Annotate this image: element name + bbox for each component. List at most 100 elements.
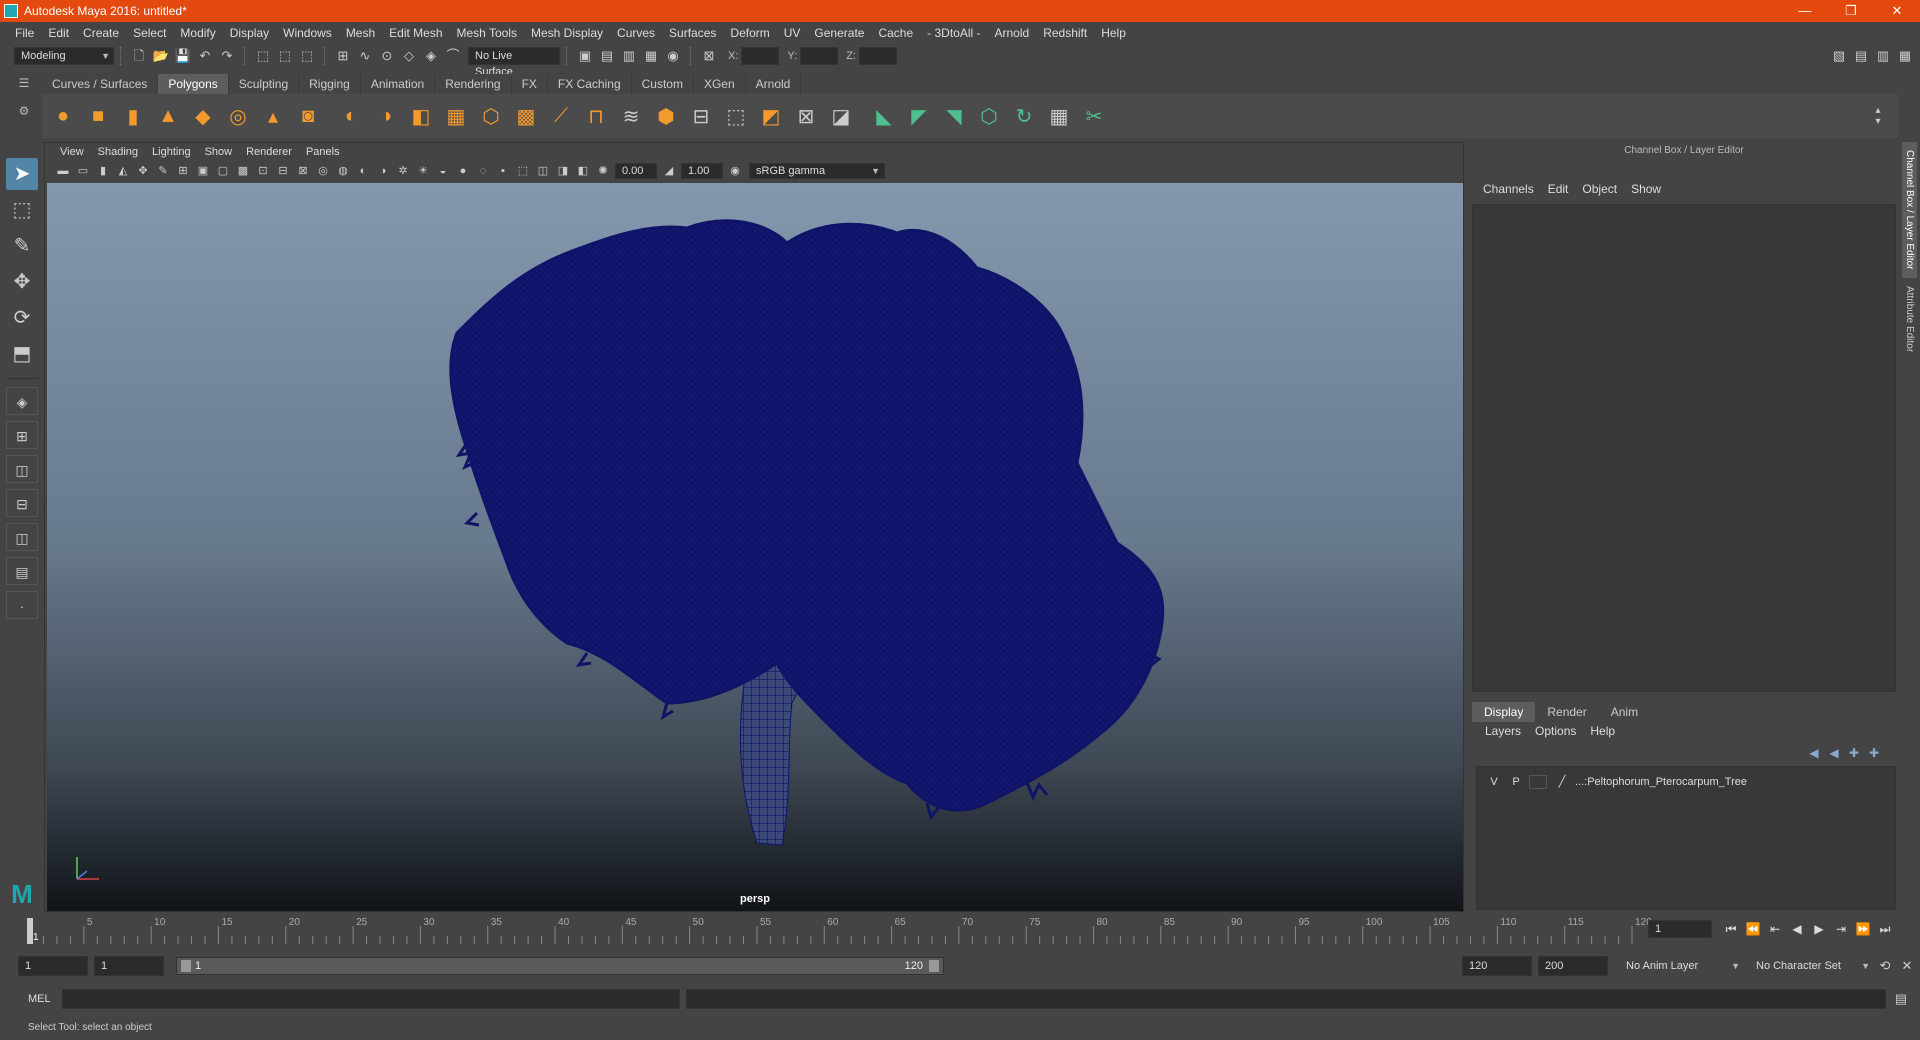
render-current-icon[interactable]: ▤	[598, 47, 616, 65]
z-input[interactable]	[858, 47, 897, 65]
anim-layer-select[interactable]: No Anim Layer ▼	[1620, 956, 1744, 976]
cut-uv-icon[interactable]: ✂	[1079, 101, 1109, 131]
scale-tool-icon[interactable]: ⬒	[6, 338, 38, 370]
menu-3dtoall[interactable]: - 3DtoAll -	[920, 26, 987, 40]
cb-menu-show[interactable]: Show	[1624, 182, 1668, 200]
step-forward-key-icon[interactable]: ⏩	[1852, 922, 1874, 936]
exposure-icon[interactable]: ✺	[595, 163, 611, 179]
menu-redshift[interactable]: Redshift	[1036, 26, 1094, 40]
attribute-editor-icon[interactable]: ▤	[1852, 47, 1870, 65]
poly-cone-icon[interactable]: ▲	[153, 101, 183, 131]
shelf-tab-arnold[interactable]: Arnold	[745, 74, 802, 94]
range-bar[interactable]: 1 120	[176, 957, 944, 975]
vp-menu-lighting[interactable]: Lighting	[145, 146, 198, 158]
lights-icon[interactable]: ☀	[415, 163, 431, 179]
menu-select[interactable]: Select	[126, 26, 173, 40]
exposure-input[interactable]: 0.00	[615, 163, 657, 179]
gamma-input[interactable]: 1.00	[681, 163, 723, 179]
smooth-icon[interactable]: ▦	[441, 101, 471, 131]
vp-menu-view[interactable]: View	[53, 146, 91, 158]
current-frame-input[interactable]: 1	[1648, 920, 1712, 938]
gate-mask-icon[interactable]: ▩	[235, 163, 251, 179]
planar-uv-icon[interactable]: ◣	[869, 101, 899, 131]
boolean-icon[interactable]: ⬡	[476, 101, 506, 131]
motion-blur-icon[interactable]: ◌	[475, 163, 491, 179]
shelf-tab-polygons[interactable]: Polygons	[158, 74, 229, 94]
hypershade-layout-icon[interactable]: ▤	[6, 557, 38, 585]
menu-mesh-display[interactable]: Mesh Display	[524, 26, 610, 40]
vp-menu-panels[interactable]: Panels	[299, 146, 347, 158]
menu-create[interactable]: Create	[76, 26, 126, 40]
outliner-layout-icon[interactable]: ◫	[6, 455, 38, 483]
layer-menu-options[interactable]: Options	[1528, 724, 1583, 738]
menu-surfaces[interactable]: Surfaces	[662, 26, 723, 40]
quad-draw-icon[interactable]: ⊠	[791, 101, 821, 131]
grease-pencil-icon[interactable]: ✎	[155, 163, 171, 179]
move-layer-down-icon[interactable]: ◀	[1824, 746, 1844, 760]
collapse-icon[interactable]: ·	[6, 591, 38, 619]
go-to-start-icon[interactable]: ⏮	[1720, 922, 1742, 937]
playback-end-input[interactable]: 120	[1462, 956, 1532, 976]
extrude-icon[interactable]: ⟋	[546, 101, 576, 131]
poly-pipe-icon[interactable]: ◙	[293, 101, 323, 131]
range-end-handle[interactable]	[929, 960, 939, 972]
play-forward-icon[interactable]: ▶	[1808, 922, 1830, 936]
rotate-tool-icon[interactable]: ⟳	[6, 302, 38, 334]
two-d-pan-icon[interactable]: ✥	[135, 163, 151, 179]
tab-attribute-editor[interactable]: Attribute Editor	[1902, 278, 1917, 360]
mirror-icon[interactable]: ▩	[511, 101, 541, 131]
hypershade-icon[interactable]: ◉	[664, 47, 682, 65]
open-scene-icon[interactable]: 📂	[152, 47, 170, 65]
range-start-handle[interactable]	[181, 960, 191, 972]
persp-outliner-icon[interactable]: ◫	[6, 523, 38, 551]
safe-action-icon[interactable]: ⊟	[275, 163, 291, 179]
move-layer-up-icon[interactable]: ◀	[1804, 746, 1824, 760]
vp-menu-shading[interactable]: Shading	[91, 146, 145, 158]
redo-icon[interactable]: ↷	[218, 47, 236, 65]
render-settings-icon[interactable]: ▦	[642, 47, 660, 65]
spherical-uv-icon[interactable]: ◥	[939, 101, 969, 131]
snap-surface-icon[interactable]: ◈	[422, 47, 440, 65]
layer-display-type[interactable]	[1529, 775, 1547, 789]
layer-row[interactable]: V P ╱ ...:Peltophorum_Pterocarpum_Tree	[1477, 773, 1895, 791]
modeling-toolkit-icon[interactable]: ▧	[1830, 47, 1848, 65]
undo-icon[interactable]: ↶	[196, 47, 214, 65]
shadows-icon[interactable]: ◒	[435, 163, 451, 179]
cb-menu-object[interactable]: Object	[1575, 182, 1624, 200]
shelf-tab-custom[interactable]: Custom	[631, 74, 694, 94]
menu-modify[interactable]: Modify	[173, 26, 222, 40]
combine-icon[interactable]: ◐	[336, 101, 366, 131]
xray-joints-icon[interactable]: ◨	[555, 163, 571, 179]
poly-cylinder-icon[interactable]: ▮	[118, 101, 148, 131]
target-weld-icon[interactable]: ⬚	[721, 101, 751, 131]
safe-title-icon[interactable]: ⊠	[295, 163, 311, 179]
vp-menu-show[interactable]: Show	[198, 146, 240, 158]
animation-end-input[interactable]: 200	[1538, 956, 1608, 976]
step-forward-frame-icon[interactable]: ⇥	[1830, 922, 1852, 936]
menu-display[interactable]: Display	[223, 26, 276, 40]
menu-generate[interactable]: Generate	[807, 26, 871, 40]
new-scene-icon[interactable]: 🗋	[130, 47, 148, 65]
checker-icon[interactable]: ▦	[1044, 101, 1074, 131]
select-object-icon[interactable]: ⬚	[276, 47, 294, 65]
uv-editor-icon[interactable]: ↻	[1009, 101, 1039, 131]
connect-icon[interactable]: ◩	[756, 101, 786, 131]
menu-edit[interactable]: Edit	[41, 26, 76, 40]
shelf-tab-curves-surfaces[interactable]: Curves / Surfaces	[42, 74, 159, 94]
append-icon[interactable]: ⬢	[651, 101, 681, 131]
layer-visibility-toggle[interactable]: V	[1485, 774, 1503, 790]
cb-menu-channels[interactable]: Channels	[1476, 182, 1541, 200]
ipr-render-icon[interactable]: ▥	[620, 47, 638, 65]
shelf-tab-xgen[interactable]: XGen	[693, 74, 746, 94]
anim-prefs-icon[interactable]: ✕	[1898, 957, 1916, 975]
layer-color-icon[interactable]: ╱	[1553, 774, 1571, 790]
shelf-scroll-icon[interactable]: ▴ ▾	[1863, 101, 1893, 131]
grid-toggle-icon[interactable]: ⊞	[175, 163, 191, 179]
snap-plane-icon[interactable]: ◇	[400, 47, 418, 65]
shelf-tab-rendering[interactable]: Rendering	[435, 74, 512, 94]
camera-attr-icon[interactable]: ▭	[75, 163, 91, 179]
select-tool-icon[interactable]: ➤	[6, 158, 38, 190]
menu-curves[interactable]: Curves	[610, 26, 662, 40]
go-to-end-icon[interactable]: ⏭	[1874, 922, 1896, 937]
graph-layout-icon[interactable]: ⊟	[6, 489, 38, 517]
